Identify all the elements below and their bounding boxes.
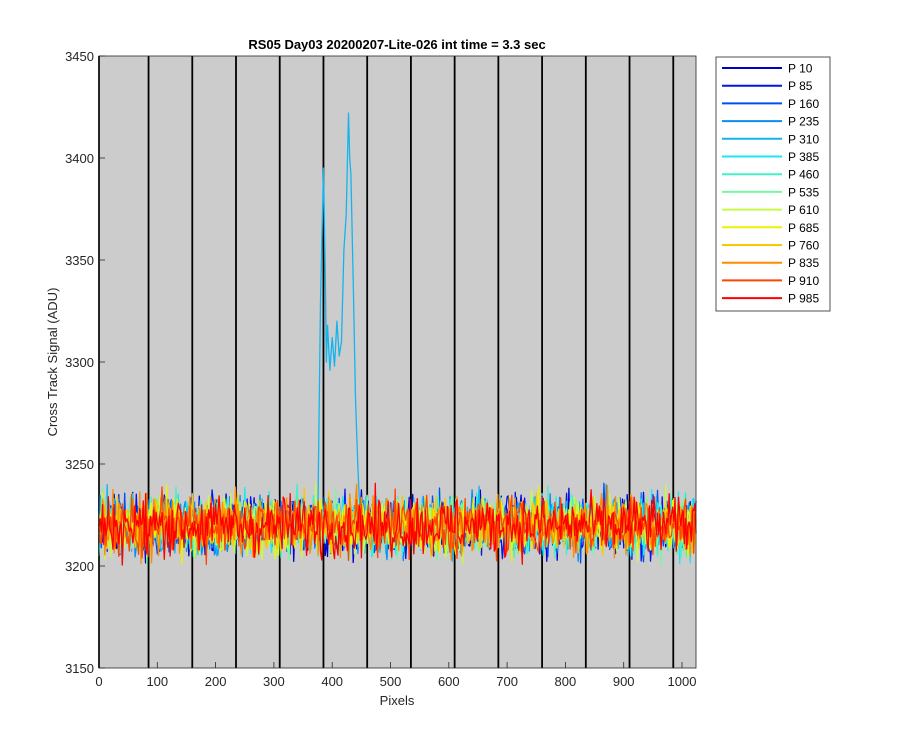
x-tick-label: 400: [321, 674, 343, 689]
chart-title: RS05 Day03 20200207-Lite-026 int time = …: [248, 37, 545, 52]
legend-label: P 160: [788, 97, 819, 111]
plot-background: [99, 56, 696, 668]
x-tick-label: 300: [263, 674, 285, 689]
legend-label: P 385: [788, 150, 819, 164]
y-tick-label: 3400: [65, 151, 94, 166]
legend-box: [715, 56, 831, 312]
x-tick-label: 0: [95, 674, 102, 689]
x-tick-label: 1000: [668, 674, 697, 689]
legend-label: P 985: [788, 292, 819, 306]
legend-label: P 760: [788, 239, 819, 253]
legend-label: P 235: [788, 115, 819, 129]
x-tick-label: 500: [380, 674, 402, 689]
legend-label: P 685: [788, 221, 819, 235]
y-tick-label: 3300: [65, 355, 94, 370]
y-tick-label: 3150: [65, 661, 94, 676]
chart-figure: 0 100 200 300 400 500 600 700 800 900 1000 3150 320…: [45, 37, 831, 708]
y-tick-label: 3200: [65, 559, 94, 574]
legend-label: P 460: [788, 168, 819, 182]
x-tick-label: 900: [613, 674, 635, 689]
y-tick-label: 3450: [65, 49, 94, 64]
x-tick-label: 100: [146, 674, 168, 689]
y-axis-label: Cross Track Signal (ADU): [45, 288, 60, 437]
x-tick-label: 600: [438, 674, 460, 689]
y-tick-label: 3350: [65, 253, 94, 268]
legend-label: P 535: [788, 185, 819, 199]
y-tick-label: 3250: [65, 457, 94, 472]
x-axis-label: Pixels: [380, 693, 415, 708]
legend-label: P 610: [788, 203, 819, 217]
x-tick-label: 200: [205, 674, 227, 689]
legend-label: P 10: [788, 62, 813, 76]
legend-label: P 910: [788, 274, 819, 288]
x-tick-label: 800: [555, 674, 577, 689]
legend: P 10 P 85 P 160 P 235 P 310 P 385 P 460 P 535 P …: [715, 56, 831, 312]
x-tick-label: 700: [496, 674, 518, 689]
legend-label: P 835: [788, 256, 819, 270]
legend-label: P 310: [788, 132, 819, 146]
legend-label: P 85: [788, 79, 813, 93]
